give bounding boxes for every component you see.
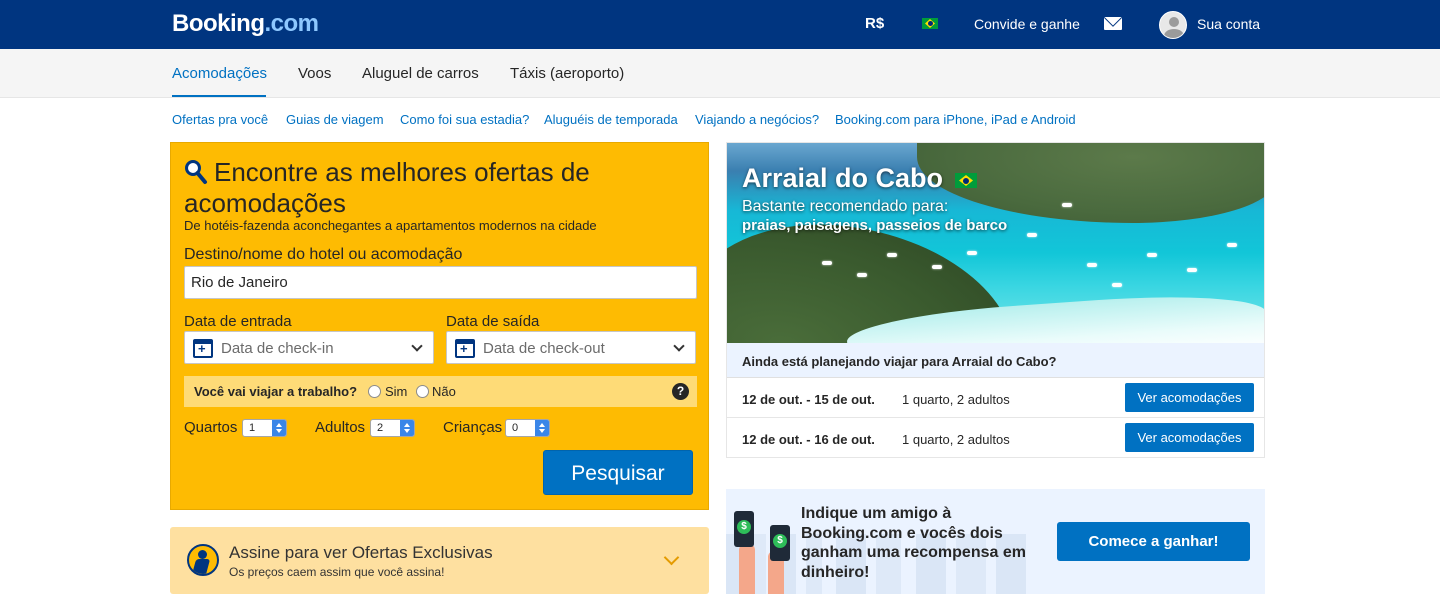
view-accommodations-button[interactable]: Ver acomodações xyxy=(1125,383,1254,412)
search-button[interactable]: Pesquisar xyxy=(543,450,693,495)
subscribe-banner[interactable]: Assine para ver Ofertas Exclusivas Os pr… xyxy=(170,527,709,594)
stay-rooms: 1 quarto, 2 adultos xyxy=(902,432,1010,447)
hand-illustration xyxy=(739,544,755,594)
tab-flights[interactable]: Voos xyxy=(298,65,331,82)
list-item: 12 de out. - 15 de out. 1 quarto, 2 adul… xyxy=(727,378,1264,418)
brazil-flag-icon xyxy=(955,173,977,188)
sublink-business-travel[interactable]: Viajando a negócios? xyxy=(695,112,819,127)
start-earning-button[interactable]: Comece a ganhar! xyxy=(1057,522,1250,561)
sublink-travel-guides[interactable]: Guias de viagem xyxy=(286,112,384,127)
sublink-offers[interactable]: Ofertas pra você xyxy=(172,112,268,127)
select-arrows-icon xyxy=(400,420,414,436)
checkin-field[interactable]: Data de check-in xyxy=(184,331,434,364)
product-tabs: Acomodações Voos Aluguel de carros Táxis… xyxy=(0,49,1440,98)
mail-icon[interactable] xyxy=(1104,17,1122,30)
recommended-label: Bastante recomendado para: xyxy=(742,198,949,215)
checkin-label: Data de entrada xyxy=(184,313,292,330)
select-arrows-icon xyxy=(272,420,286,436)
calendar-icon xyxy=(193,339,213,358)
sublink-vacation-rentals[interactable]: Aluguéis de temporada xyxy=(544,112,678,127)
booking-logo[interactable]: Booking.com xyxy=(172,10,319,38)
chevron-down-icon xyxy=(411,340,423,352)
adults-select[interactable]: 2 xyxy=(370,419,415,437)
brazil-flag-icon[interactable] xyxy=(922,18,938,29)
checkout-field[interactable]: Data de check-out xyxy=(446,331,696,364)
account-link[interactable]: Sua conta xyxy=(1197,16,1260,32)
children-select[interactable]: 0 xyxy=(505,419,550,437)
currency-selector[interactable]: R$ xyxy=(865,15,884,32)
radio-no-label[interactable]: Não xyxy=(432,384,456,399)
destination-name: Arraial do Cabo xyxy=(742,163,944,193)
traveler-icon xyxy=(187,544,219,576)
invite-link[interactable]: Convide e ganhe xyxy=(974,16,1080,32)
planning-text: Ainda está planejando viajar para Arraia… xyxy=(742,354,1057,369)
list-item: 12 de out. - 16 de out. 1 quarto, 2 adul… xyxy=(727,418,1264,458)
stay-dates: 12 de out. - 15 de out. xyxy=(742,392,875,407)
business-travel-question: Você vai viajar a trabalho? xyxy=(194,384,358,399)
active-tab-indicator xyxy=(172,95,266,97)
destination-input[interactable]: Rio de Janeiro xyxy=(184,266,697,299)
children-label: Crianças xyxy=(443,419,503,436)
tab-accommodations[interactable]: Acomodações xyxy=(172,65,267,82)
radio-no[interactable] xyxy=(416,385,429,398)
stay-dates: 12 de out. - 16 de out. xyxy=(742,432,875,447)
recommended-tags: praias, paisagens, passeios de barco xyxy=(742,217,1008,234)
adults-label: Adultos xyxy=(315,419,366,436)
checkin-placeholder: Data de check-in xyxy=(221,340,334,357)
search-subtitle: De hotéis-fazenda aconchegantes a aparta… xyxy=(184,218,597,233)
phone-money-icon xyxy=(770,525,790,561)
chevron-down-icon[interactable] xyxy=(663,549,680,566)
search-box: Encontre as melhores ofertas de acomodaç… xyxy=(170,142,709,510)
select-arrows-icon xyxy=(535,420,549,436)
tab-airport-taxis[interactable]: Táxis (aeroporto) xyxy=(510,65,624,82)
radio-yes[interactable] xyxy=(368,385,381,398)
search-title: Encontre as melhores ofertas de acomodaç… xyxy=(184,157,590,218)
sublink-review-stay[interactable]: Como foi sua estadia? xyxy=(400,112,529,127)
referral-banner: Indique um amigo à Booking.com e vocês d… xyxy=(726,489,1265,594)
help-icon[interactable]: ? xyxy=(672,383,689,400)
phone-money-icon xyxy=(734,511,754,547)
top-header: Booking.com R$ Convide e ganhe Sua conta xyxy=(0,0,1440,49)
business-travel-row: Você vai viajar a trabalho? Sim Não ? xyxy=(184,376,697,407)
calendar-icon xyxy=(455,339,475,358)
destination-photo[interactable]: Arraial do Cabo Bastante recomendado par… xyxy=(727,143,1264,343)
referral-text: Indique um amigo à Booking.com e vocês d… xyxy=(801,505,1026,581)
destination-card: Arraial do Cabo Bastante recomendado par… xyxy=(726,142,1265,458)
checkout-label: Data de saída xyxy=(446,313,540,330)
radio-yes-label[interactable]: Sim xyxy=(385,384,407,399)
destination-label: Destino/nome do hotel ou acomodação xyxy=(184,246,463,263)
avatar[interactable] xyxy=(1159,11,1187,39)
rooms-label: Quartos xyxy=(184,419,238,436)
view-accommodations-button[interactable]: Ver acomodações xyxy=(1125,423,1254,452)
checkout-placeholder: Data de check-out xyxy=(483,340,605,357)
subscribe-text: Os preços caem assim que você assina! xyxy=(229,565,445,579)
subscribe-title: Assine para ver Ofertas Exclusivas xyxy=(229,543,493,562)
sublink-mobile-apps[interactable]: Booking.com para iPhone, iPad e Android xyxy=(835,112,1076,127)
rooms-select[interactable]: 1 xyxy=(242,419,287,437)
stay-rooms: 1 quarto, 2 adultos xyxy=(902,392,1010,407)
planning-row: Ainda está planejando viajar para Arraia… xyxy=(727,343,1264,378)
tab-car-rental[interactable]: Aluguel de carros xyxy=(362,65,479,82)
chevron-down-icon xyxy=(673,340,685,352)
